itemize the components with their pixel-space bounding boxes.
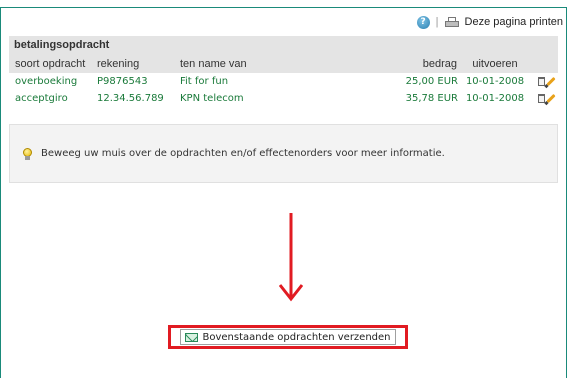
cell-naam: KPN telecom — [180, 93, 244, 104]
cell-rekening: 12.34.56.789 — [97, 93, 164, 104]
send-button-highlight: Bovenstaande opdrachten verzenden — [168, 325, 408, 349]
row-actions — [529, 76, 558, 87]
send-orders-label: Bovenstaande opdrachten verzenden — [202, 331, 391, 343]
cell-uitvoeren: 10-01-2008 — [465, 76, 525, 87]
cell-bedrag: 25,00 EUR — [405, 76, 458, 87]
column-header-soort: soort opdracht — [15, 57, 86, 70]
cell-soort: acceptgiro — [15, 93, 68, 104]
column-header-rekening: rekening — [97, 57, 140, 70]
table-row[interactable]: overboeking P9876543 Fit for fun 25,00 E… — [9, 73, 558, 90]
toolbar-separator: | — [435, 16, 439, 28]
column-header-uitvoeren: uitvoeren — [472, 57, 518, 70]
help-icon[interactable]: ? — [416, 15, 430, 29]
table-row[interactable]: acceptgiro 12.34.56.789 KPN telecom 35,7… — [9, 90, 558, 107]
edit-icon[interactable] — [546, 93, 556, 104]
mail-icon — [185, 332, 199, 342]
lightbulb-icon — [22, 147, 33, 160]
column-header-bedrag: bedrag — [422, 57, 457, 70]
send-orders-button[interactable]: Bovenstaande opdrachten verzenden — [180, 329, 396, 345]
edit-icon[interactable] — [546, 76, 556, 87]
printer-icon[interactable] — [444, 16, 459, 28]
info-message-box: Beweeg uw muis over de opdrachten en/of … — [9, 124, 558, 183]
cell-soort: overboeking — [15, 76, 78, 87]
cell-naam: Fit for fun — [180, 76, 229, 87]
info-message-text: Beweeg uw muis over de opdrachten en/of … — [41, 148, 445, 159]
payment-orders-panel: betalingsopdracht soort opdracht rekenin… — [9, 36, 558, 107]
cell-bedrag: 35,78 EUR — [405, 93, 458, 104]
row-actions — [529, 93, 558, 104]
print-page-link[interactable]: Deze pagina printen — [465, 16, 563, 28]
red-down-arrow-icon — [279, 213, 303, 302]
top-border — [0, 0, 567, 8]
cell-uitvoeren: 10-01-2008 — [465, 93, 525, 104]
cell-rekening: P9876543 — [97, 76, 148, 87]
page-toolbar: ? | Deze pagina printen — [416, 14, 563, 30]
panel-title: betalingsopdracht — [9, 36, 558, 54]
table-header: soort opdracht rekening ten name van bed… — [9, 54, 558, 73]
column-header-naam: ten name van — [180, 57, 247, 70]
